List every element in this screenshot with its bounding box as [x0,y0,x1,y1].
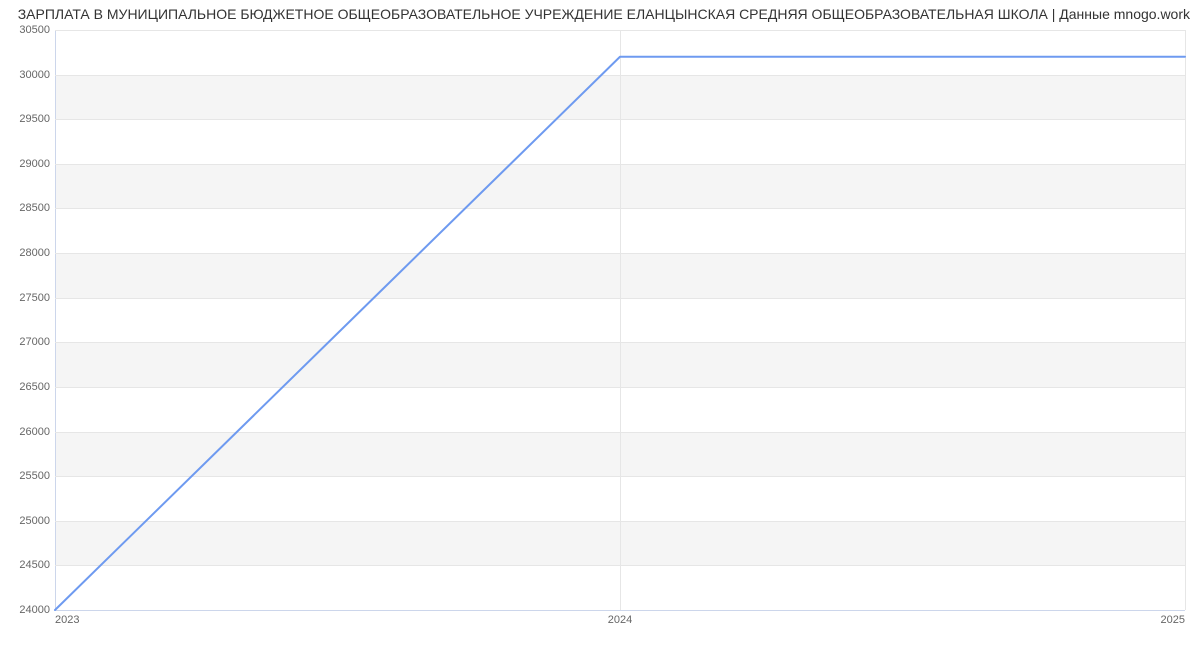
y-tick-label: 25000 [5,515,50,527]
y-tick-label: 30500 [5,24,50,36]
plot-area [55,30,1185,611]
chart-title: ЗАРПЛАТА В МУНИЦИПАЛЬНОЕ БЮДЖЕТНОЕ ОБЩЕО… [0,6,1190,22]
y-tick-label: 29500 [5,113,50,125]
x-tick-label: 2023 [55,614,79,626]
y-tick-label: 24000 [5,604,50,616]
x-tick-label: 2024 [608,614,632,626]
y-tick-label: 25500 [5,470,50,482]
y-tick-label: 27000 [5,336,50,348]
y-tick-label: 26500 [5,381,50,393]
x-tick-label: 2025 [1161,614,1185,626]
y-tick-label: 28500 [5,202,50,214]
y-tick-label: 26000 [5,426,50,438]
line-series [55,30,1185,610]
y-tick-label: 29000 [5,158,50,170]
x-grid-line [1185,30,1186,610]
y-tick-label: 24500 [5,559,50,571]
line-path [55,57,1185,610]
y-tick-label: 30000 [5,69,50,81]
y-tick-label: 28000 [5,247,50,259]
chart-container: ЗАРПЛАТА В МУНИЦИПАЛЬНОЕ БЮДЖЕТНОЕ ОБЩЕО… [0,0,1200,650]
y-tick-label: 27500 [5,292,50,304]
